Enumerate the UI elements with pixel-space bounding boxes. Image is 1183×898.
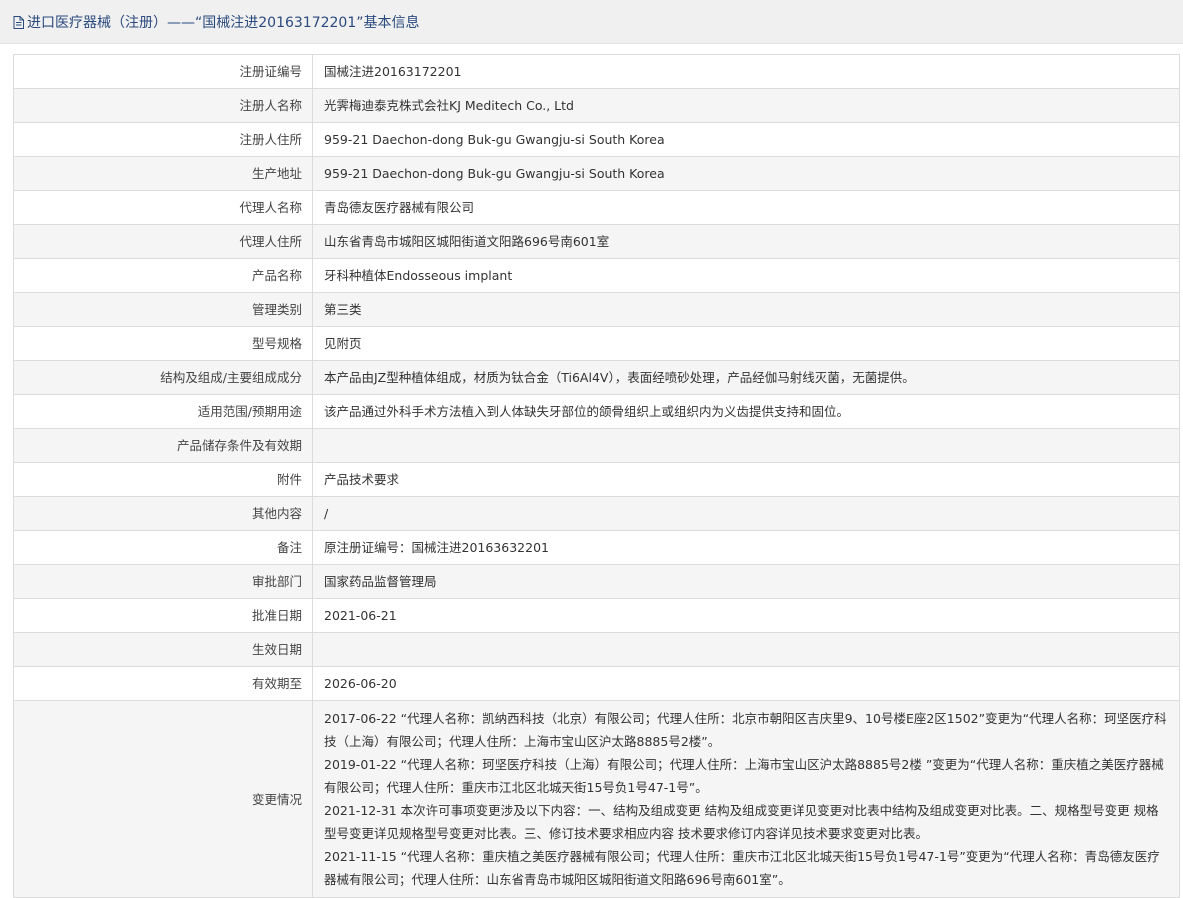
row-label: 备注 (13, 530, 313, 565)
row-label: 其他内容 (13, 496, 313, 531)
table-row: 注册证编号 国械注进20163172201 (13, 54, 1180, 89)
change-history-label: 变更情况 (13, 700, 313, 898)
row-label: 注册人名称 (13, 88, 313, 123)
table-row: 生产地址 959-21 Daechon-dong Buk-gu Gwangju-s… (13, 156, 1180, 191)
change-history-row: 变更情况 2017-06-22 “代理人名称：凯纳西科技（北京）有限公司；代理人… (13, 700, 1180, 898)
table-row: 代理人住所 山东省青岛市城阳区城阳街道文阳路696号南601室 (13, 224, 1180, 259)
table-row: 批准日期 2021-06-21 (13, 598, 1180, 633)
row-value: 959-21 Daechon-dong Buk-gu Gwangju-si So… (312, 156, 1180, 191)
change-entry: 2021-11-15 “代理人名称：重庆植之美医疗器械有限公司；代理人住所：重庆… (324, 849, 1160, 887)
change-entry: 2017-06-22 “代理人名称：凯纳西科技（北京）有限公司；代理人住所：北京… (324, 711, 1167, 749)
row-label: 附件 (13, 462, 313, 497)
row-value: 2021-06-21 (312, 598, 1180, 633)
row-label: 型号规格 (13, 326, 313, 361)
row-value: 牙科种植体Endosseous implant (312, 258, 1180, 293)
row-value: / (312, 496, 1180, 531)
row-value: 国家药品监督管理局 (312, 564, 1180, 599)
change-entry: 2021-12-31 本次许可事项变更涉及以下内容：一、结构及组成变更 结构及组… (324, 803, 1159, 841)
table-row: 产品储存条件及有效期 (13, 428, 1180, 463)
row-value: 光霁梅迪泰克株式会社KJ Meditech Co., Ltd (312, 88, 1180, 123)
table-row: 型号规格 见附页 (13, 326, 1180, 361)
row-label: 适用范围/预期用途 (13, 394, 313, 429)
table-row: 产品名称 牙科种植体Endosseous implant (13, 258, 1180, 293)
table-row: 生效日期 (13, 632, 1180, 667)
row-value: 2026-06-20 (312, 666, 1180, 701)
row-label: 代理人名称 (13, 190, 313, 225)
row-label: 管理类别 (13, 292, 313, 327)
row-label: 生产地址 (13, 156, 313, 191)
table-row: 附件 产品技术要求 (13, 462, 1180, 497)
row-value: 原注册证编号：国械注进20163632201 (312, 530, 1180, 565)
info-table: 注册证编号 国械注进20163172201 注册人名称 光霁梅迪泰克株式会社KJ M… (13, 54, 1180, 898)
page-title-container: 进口医疗器械（注册）——“国械注进20163172201”基本信息 (13, 12, 419, 33)
row-label: 批准日期 (13, 598, 313, 633)
row-value: 本产品由JZ型种植体组成，材质为钛合金（Ti6Al4V），表面经喷砂处理，产品经… (312, 360, 1180, 395)
row-label: 有效期至 (13, 666, 313, 701)
row-label: 生效日期 (13, 632, 313, 667)
row-value: 国械注进20163172201 (312, 54, 1180, 89)
row-label: 注册人住所 (13, 122, 313, 157)
table-row: 有效期至 2026-06-20 (13, 666, 1180, 701)
row-value (312, 428, 1180, 463)
row-value (312, 632, 1180, 667)
row-value: 第三类 (312, 292, 1180, 327)
row-label: 结构及组成/主要组成成分 (13, 360, 313, 395)
row-label: 产品储存条件及有效期 (13, 428, 313, 463)
table-row: 管理类别 第三类 (13, 292, 1180, 327)
row-label: 审批部门 (13, 564, 313, 599)
row-value: 产品技术要求 (312, 462, 1180, 497)
row-value: 见附页 (312, 326, 1180, 361)
change-history-value: 2017-06-22 “代理人名称：凯纳西科技（北京）有限公司；代理人住所：北京… (312, 700, 1180, 898)
document-icon (13, 16, 24, 33)
row-value: 该产品通过外科手术方法植入到人体缺失牙部位的颌骨组织上或组织内为义齿提供支持和固… (312, 394, 1180, 429)
table-row: 代理人名称 青岛德友医疗器械有限公司 (13, 190, 1180, 225)
table-row: 备注 原注册证编号：国械注进20163632201 (13, 530, 1180, 565)
page-title: 进口医疗器械（注册）——“国械注进20163172201”基本信息 (27, 15, 420, 31)
row-label: 产品名称 (13, 258, 313, 293)
table-row: 注册人名称 光霁梅迪泰克株式会社KJ Meditech Co., Ltd (13, 88, 1180, 123)
table-row: 适用范围/预期用途 该产品通过外科手术方法植入到人体缺失牙部位的颌骨组织上或组织内… (13, 394, 1180, 429)
page-header: 进口医疗器械（注册）——“国械注进20163172201”基本信息 (0, 0, 1183, 44)
row-label: 注册证编号 (13, 54, 313, 89)
row-value: 山东省青岛市城阳区城阳街道文阳路696号南601室 (312, 224, 1180, 259)
row-value: 959-21 Daechon-dong Buk-gu Gwangju-si So… (312, 122, 1180, 157)
table-row: 审批部门 国家药品监督管理局 (13, 564, 1180, 599)
row-value: 青岛德友医疗器械有限公司 (312, 190, 1180, 225)
table-row: 其他内容 / (13, 496, 1180, 531)
table-row: 注册人住所 959-21 Daechon-dong Buk-gu Gwangju-… (13, 122, 1180, 157)
table-row: 结构及组成/主要组成成分 本产品由JZ型种植体组成，材质为钛合金（Ti6Al4V）… (13, 360, 1180, 395)
row-label: 代理人住所 (13, 224, 313, 259)
change-entry: 2019-01-22 “代理人名称：珂坚医疗科技（上海）有限公司；代理人住所：上… (324, 757, 1164, 795)
